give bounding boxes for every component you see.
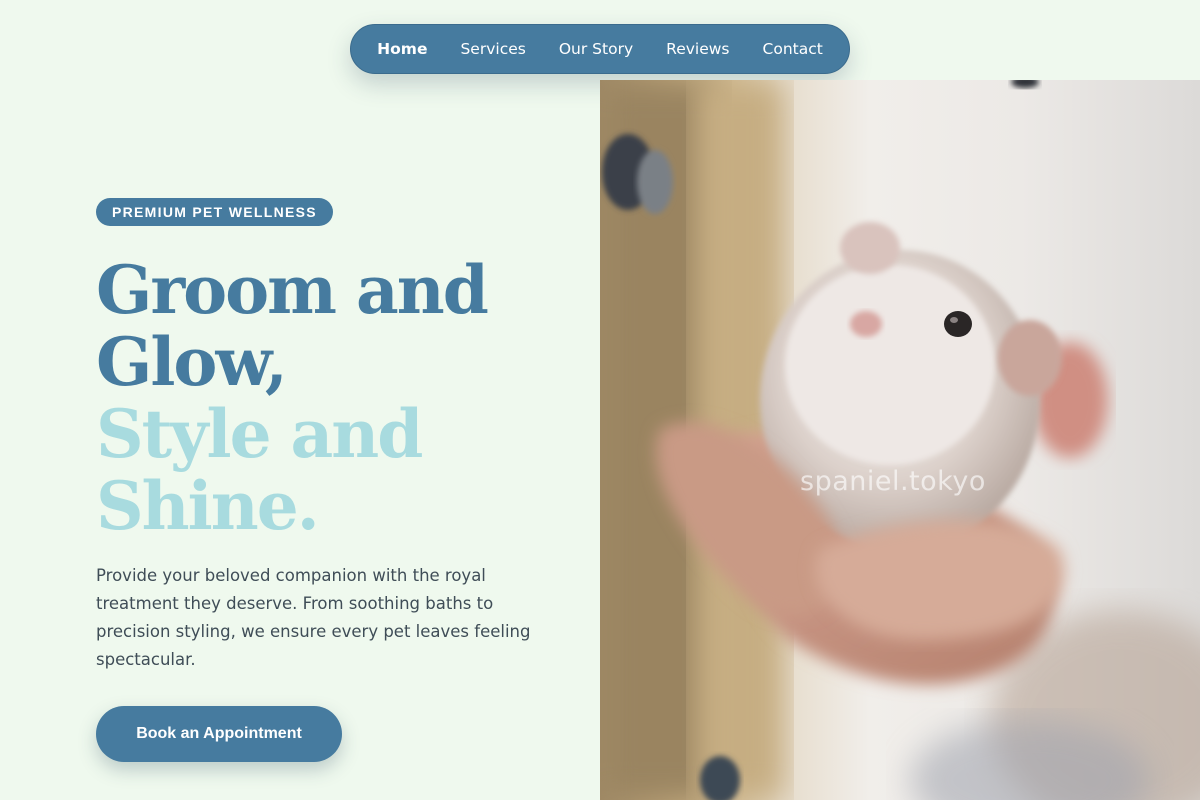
photo-watermark: spaniel.tokyo [800, 466, 986, 497]
headline-line-2: Glow, [96, 323, 288, 401]
nav-home[interactable]: Home [377, 40, 427, 58]
nav-our-story[interactable]: Our Story [559, 40, 633, 58]
book-appointment-button[interactable]: Book an Appointment [96, 706, 342, 762]
headline-line-1: Groom and [96, 251, 489, 329]
hero-photo-hamster: spaniel.tokyo [600, 80, 1200, 800]
headline-line-4: Shine. [96, 467, 320, 545]
hamster-illustration [600, 80, 1200, 800]
headline-line-3: Style and [96, 395, 423, 473]
hero-headline: Groom and Glow, Style and Shine. [96, 251, 489, 545]
main-nav: Home Services Our Story Reviews Contact [350, 24, 850, 74]
nav-reviews[interactable]: Reviews [666, 40, 729, 58]
hero-badge: PREMIUM PET WELLNESS [96, 198, 333, 226]
nav-contact[interactable]: Contact [763, 40, 823, 58]
nav-services[interactable]: Services [460, 40, 525, 58]
hero-description: Provide your beloved companion with the … [96, 566, 531, 669]
